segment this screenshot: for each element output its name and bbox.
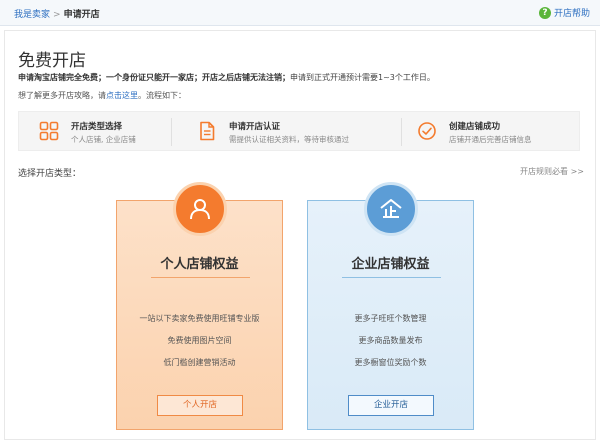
guide-text: 想了解更多开店攻略，请点击这里。流程如下： — [18, 90, 186, 101]
guide-prefix: 想了解更多开店攻略，请 — [18, 91, 106, 100]
policy-rest-text: 申请到正式开通预计需要1~3个工作日。 — [290, 73, 435, 82]
personal-benefit: 免费使用图片空间 — [167, 336, 232, 345]
company-benefit: 更多橱窗位奖励个数 — [354, 358, 427, 367]
company-open-button[interactable]: 企业开店 — [348, 395, 434, 416]
company-divider — [342, 277, 441, 278]
personal-open-button[interactable]: 个人开店 — [157, 395, 243, 416]
step-divider — [401, 118, 402, 146]
breadcrumb-separator: > — [53, 10, 61, 20]
company-benefit: 更多商品数量发布 — [358, 336, 423, 345]
step-certification: 申请开店认证 需提供认证相关资料，等待审核通过 — [197, 112, 397, 152]
step-desc: 个人店铺, 企业店铺 — [71, 135, 136, 144]
enterprise-icon — [380, 199, 402, 218]
help-label: 开店帮助 — [553, 9, 590, 19]
company-store-card: 企业店铺权益 更多子旺旺个数管理 更多商品数量发布 更多橱窗位奖励个数 企业开店 — [307, 182, 474, 430]
company-benefit: 更多子旺旺个数管理 — [354, 314, 427, 323]
step-desc: 需提供认证相关资料，等待审核通过 — [229, 135, 349, 144]
company-title: 企业店铺权益 — [351, 257, 430, 272]
personal-store-card: 个人店铺权益 一站以下卖家免费使用旺铺专业版 免费使用图片空间 低门槛创建营销活… — [116, 182, 283, 430]
personal-benefit: 一站以下卖家免费使用旺铺专业版 — [139, 314, 260, 323]
check-circle-icon — [418, 122, 436, 140]
step-title: 申请开店认证 — [229, 122, 281, 132]
step-divider — [171, 118, 172, 146]
choose-type-label: 选择开店类型： — [18, 169, 82, 179]
step-title: 创建店铺成功 — [449, 122, 501, 132]
breadcrumb: 我是卖家 > 申请开店 — [14, 7, 100, 20]
guide-link[interactable]: 点击这里 — [106, 91, 138, 100]
step-store-created: 创建店铺成功 店铺开通后完善店铺信息 — [417, 112, 577, 152]
guide-suffix: 。流程如下： — [138, 91, 186, 100]
personal-divider — [151, 277, 250, 278]
company-badge — [364, 182, 418, 236]
store-rules-link[interactable]: 开店规则必看 >> — [520, 166, 584, 177]
step-desc: 店铺开通后完善店铺信息 — [449, 135, 532, 144]
top-bar: 我是卖家 > 申请开店 ? 开店帮助 — [0, 0, 600, 26]
personal-benefit: 低门槛创建营销活动 — [163, 358, 236, 367]
help-circle-icon: ? — [538, 6, 551, 19]
policy-text: 申请淘宝店铺完全免费；一个身份证只能开一家店；开店之后店铺无法注销；申请到正式开… — [18, 72, 435, 83]
breadcrumb-seller-link[interactable]: 我是卖家 — [14, 10, 50, 20]
step-type-select: 开店类型选择 个人店铺, 企业店铺 — [39, 112, 189, 152]
step-title: 开店类型选择 — [71, 122, 123, 132]
grid-icon — [39, 121, 59, 141]
process-steps: 开店类型选择 个人店铺, 企业店铺 申请开店认证 需提供认证相关资料，等待审核通… — [18, 111, 580, 151]
personal-badge — [173, 182, 227, 236]
person-icon — [190, 199, 210, 220]
document-icon — [200, 121, 215, 141]
breadcrumb-current: 申请开店 — [63, 10, 100, 20]
page-title: 免费开店 — [18, 51, 86, 71]
personal-title: 个人店铺权益 — [160, 257, 239, 272]
help-link[interactable]: ? 开店帮助 — [538, 6, 590, 19]
policy-bold-text: 申请淘宝店铺完全免费；一个身份证只能开一家店；开店之后店铺无法注销； — [18, 73, 290, 82]
